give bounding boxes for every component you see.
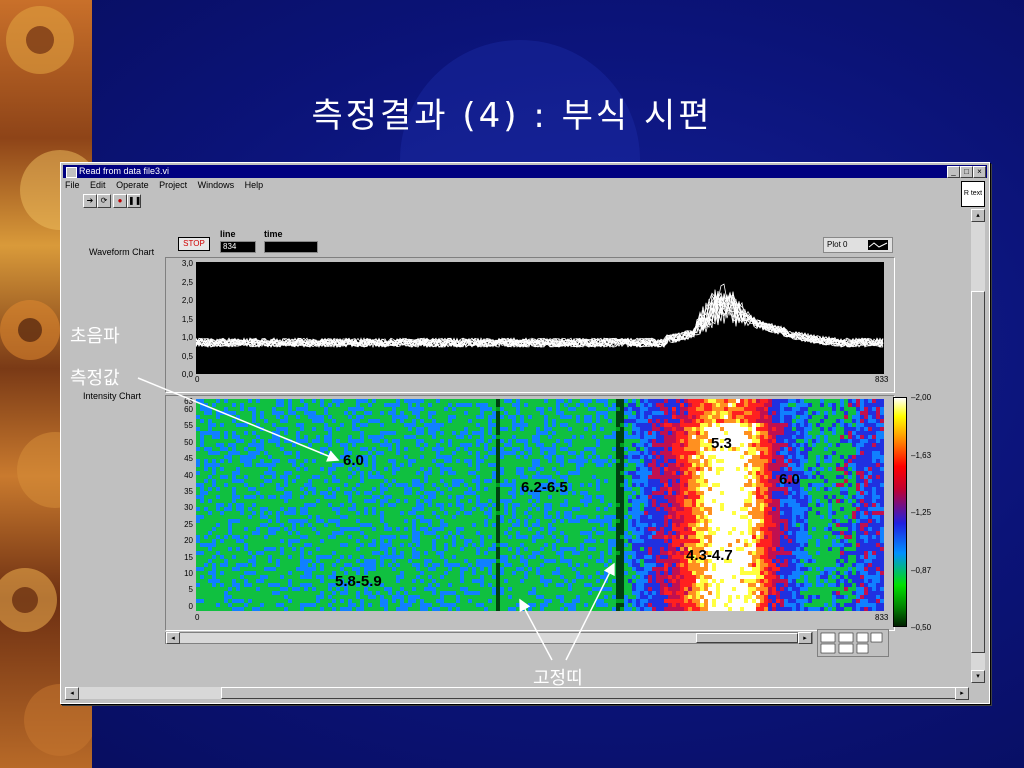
presentation-slide: 측정결과 (4) : 부식 시편 Read from data file3.vi… — [0, 0, 1024, 768]
